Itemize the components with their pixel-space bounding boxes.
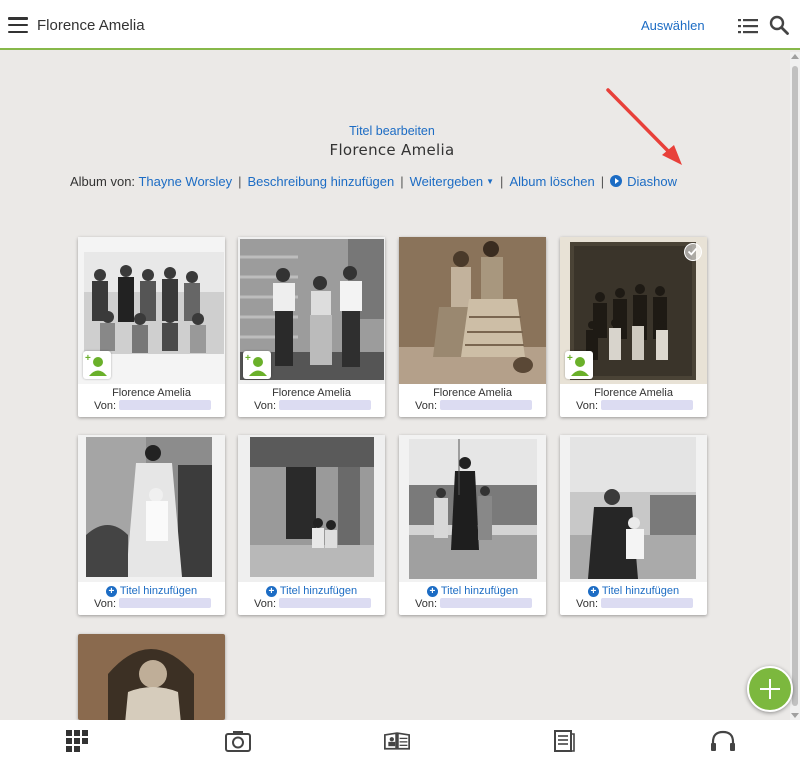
list-view-icon[interactable] (738, 18, 758, 34)
add-title-label: Titel hinzufügen (279, 585, 358, 597)
caret-down-icon: ▼ (486, 177, 495, 186)
photo-thumbnail (560, 435, 707, 582)
uploader-line: Von: (415, 598, 533, 610)
album-meta-bar: Album von: Thayne Worsley | Beschreibung h… (70, 174, 677, 189)
add-title-link[interactable]: + Titel hinzufügen (78, 585, 225, 597)
tag-person-icon[interactable]: + (83, 351, 111, 379)
add-title-link[interactable]: + Titel hinzufügen (560, 585, 707, 597)
add-title-link[interactable]: + Titel hinzufügen (399, 585, 546, 597)
photo-caption: Florence Amelia (112, 387, 191, 399)
separator: | (500, 174, 504, 189)
redacted-name (601, 598, 694, 608)
selected-check-icon[interactable] (684, 243, 702, 261)
photo-thumbnail (238, 435, 385, 582)
photo-caption: Florence Amelia (272, 387, 351, 399)
photo-card[interactable]: + Titel hinzufügen Von: (399, 435, 546, 615)
redacted-name (440, 400, 533, 410)
redacted-name (119, 400, 212, 410)
uploader-label: Von: (415, 598, 438, 610)
add-description-link[interactable]: Beschreibung hinzufügen (248, 174, 395, 189)
redacted-name (440, 598, 533, 608)
share-dropdown[interactable]: Weitergeben ▼ (410, 174, 494, 189)
uploader-line: Von: (254, 598, 372, 610)
uploader-line: Von: (576, 400, 694, 412)
svg-text:+: + (245, 353, 251, 364)
uploader-label: Von: (415, 400, 438, 412)
separator: | (400, 174, 404, 189)
scroll-down-arrow-icon[interactable] (791, 713, 799, 718)
photo-card[interactable]: + Titel hinzufügen Von: (78, 435, 225, 615)
headphones-icon[interactable] (710, 730, 736, 752)
add-circle-icon: + (265, 586, 277, 597)
photo-thumbnail (399, 237, 546, 384)
uploader-line: Von: (415, 400, 533, 412)
photo-caption: Florence Amelia (594, 387, 673, 399)
photo-caption: Florence Amelia (433, 387, 512, 399)
tag-person-icon[interactable]: + (565, 351, 593, 379)
photo-card[interactable] (78, 634, 225, 720)
photo-thumbnail (78, 634, 225, 720)
uploader-line: Von: (254, 400, 372, 412)
document-icon[interactable] (551, 730, 577, 752)
photo-thumbnail (78, 435, 225, 582)
annotation-arrow-icon (606, 88, 682, 165)
svg-text:+: + (85, 353, 91, 364)
add-title-link[interactable]: + Titel hinzufügen (238, 585, 385, 597)
add-circle-icon: + (105, 586, 117, 597)
redacted-name (279, 400, 372, 410)
photo-card[interactable]: + Titel hinzufügen Von: (560, 435, 707, 615)
add-title-label: Titel hinzufügen (440, 585, 519, 597)
share-label: Weitergeben (409, 174, 484, 189)
scrollbar-thumb[interactable] (792, 66, 798, 706)
uploader-label: Von: (94, 400, 117, 412)
redacted-name (279, 598, 372, 608)
photo-card[interactable]: + Florence Amelia Von: (238, 237, 385, 417)
camera-icon[interactable] (225, 730, 251, 752)
separator: | (600, 174, 605, 189)
uploader-label: Von: (576, 400, 599, 412)
album-owner-link[interactable]: Thayne Worsley (138, 174, 232, 189)
photo-card[interactable]: + Florence Amelia Von: (560, 237, 707, 417)
add-circle-icon: + (426, 586, 438, 597)
slideshow-label: Diashow (627, 174, 677, 189)
slideshow-link[interactable]: Diashow (610, 174, 677, 189)
uploader-line: Von: (94, 598, 212, 610)
photo-card[interactable]: Florence Amelia Von: (399, 237, 546, 417)
scroll-up-arrow-icon[interactable] (791, 54, 799, 59)
uploader-label: Von: (254, 400, 277, 412)
add-circle-icon: + (587, 586, 599, 597)
hamburger-menu-icon[interactable] (8, 17, 28, 34)
svg-text:+: + (567, 353, 573, 364)
uploader-label: Von: (576, 598, 599, 610)
vertical-scrollbar[interactable] (790, 52, 800, 720)
book-icon[interactable] (384, 730, 410, 752)
play-icon (610, 175, 623, 187)
redacted-name (119, 598, 212, 608)
uploader-label: Von: (254, 598, 277, 610)
photo-card[interactable]: + Florence Amelia Von: (78, 237, 225, 417)
add-title-label: Titel hinzufügen (119, 585, 198, 597)
search-icon[interactable] (769, 15, 789, 35)
page-title: Florence Amelia (37, 17, 145, 34)
uploader-label: Von: (94, 598, 117, 610)
grid-icon[interactable] (65, 730, 91, 752)
delete-album-link[interactable]: Album löschen (509, 174, 594, 189)
uploader-line: Von: (576, 598, 694, 610)
tag-person-icon[interactable]: + (243, 351, 271, 379)
top-bar: Florence Amelia Auswählen (0, 0, 800, 50)
uploader-line: Von: (94, 400, 212, 412)
select-button[interactable]: Auswählen (641, 18, 705, 33)
photo-thumbnail (399, 435, 546, 582)
separator: | (238, 174, 242, 189)
add-title-label: Titel hinzufügen (601, 585, 680, 597)
photo-card[interactable]: + Titel hinzufügen Von: (238, 435, 385, 615)
add-floating-button[interactable] (747, 666, 793, 712)
redacted-name (601, 400, 694, 410)
bottom-navigation (0, 720, 800, 760)
album-by-label: Album von: (70, 174, 136, 189)
